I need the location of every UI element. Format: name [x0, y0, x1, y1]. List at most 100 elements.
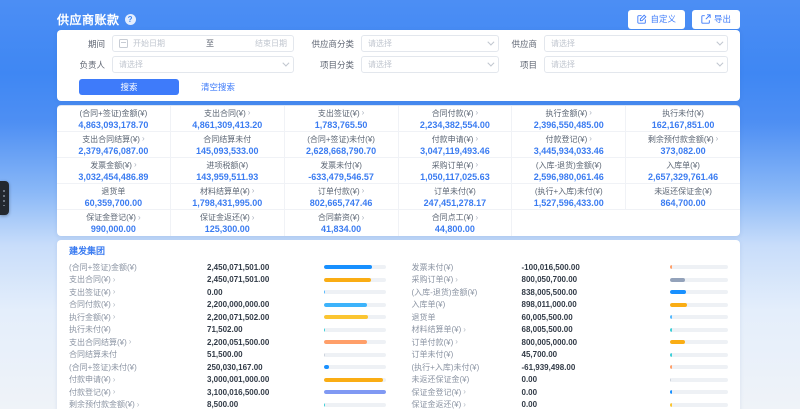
link-arrow-icon: › [475, 109, 478, 117]
stat-label: 发票金额(¥) [90, 160, 132, 171]
metric-value: 0.00 [522, 400, 671, 409]
stat-cell[interactable]: 执行金额(¥)›2,396,550,485.00 [512, 106, 626, 132]
stat-value[interactable]: 3,445,934,033.46 [534, 146, 604, 156]
stat-cell[interactable]: 保证金登记(¥)›990,000.00 [57, 210, 171, 236]
metric-bar-fill [324, 303, 367, 307]
metric-label[interactable]: 保证金登记(¥)› [412, 387, 522, 398]
link-arrow-icon: › [475, 214, 478, 222]
stat-cell[interactable]: 剩余预付款金额(¥)›373,082.00 [626, 132, 740, 158]
stat-label: 支出合同结算(¥) [82, 134, 140, 145]
project-category-select[interactable]: 请选择 [361, 56, 499, 73]
stat-label: 保证金登记(¥) [86, 212, 136, 223]
metric-bar-fill [670, 390, 672, 394]
page-header: 供应商账款 ? 自定义 导出 [57, 0, 740, 30]
stat-cell[interactable]: 支出合同结算(¥)›2,379,476,087.00 [57, 132, 171, 158]
stat-label: 采购订单(¥) [432, 160, 474, 171]
stat-cell[interactable]: 付款申请(¥)›3,047,119,493.46 [399, 132, 513, 158]
supplier-select[interactable]: 请选择 [544, 35, 728, 52]
customize-button[interactable]: 自定义 [628, 10, 685, 29]
link-arrow-icon: › [138, 214, 141, 222]
start-date-placeholder: 开始日期 [133, 38, 200, 49]
group-name-link[interactable]: 建发集团 [69, 246, 728, 257]
stat-value: 864,700.00 [661, 198, 706, 208]
stat-cell[interactable]: 合同薪资(¥)›41,834.00 [285, 210, 399, 236]
stat-value[interactable]: 3,032,454,486.89 [78, 172, 148, 182]
owner-select[interactable]: 请选择 [112, 56, 294, 73]
stat-label: (入库-退货)金额(¥) [536, 160, 602, 171]
stat-value[interactable]: 2,234,382,554.00 [420, 120, 490, 130]
metric-bar-fill [324, 390, 386, 394]
stat-cell[interactable]: 发票金额(¥)›3,032,454,486.89 [57, 158, 171, 184]
metric-label[interactable]: 支出合同(¥)› [69, 274, 207, 285]
stat-value[interactable]: 373,082.00 [661, 146, 706, 156]
supplier-category-select[interactable]: 请选择 [361, 35, 499, 52]
stat-cell: 执行未付(¥)162,167,851.00 [626, 106, 740, 132]
link-arrow-icon: › [455, 276, 458, 284]
stat-label: 材料结算单(¥) [200, 186, 250, 197]
metric-label[interactable]: 支出合同结算(¥)› [69, 337, 207, 348]
stat-value[interactable]: 1,783,765.50 [315, 120, 368, 130]
stat-value[interactable]: 1,050,117,025.63 [420, 172, 490, 182]
stat-value[interactable]: 41,834.00 [321, 224, 361, 234]
stat-label: 订单付款(¥) [318, 186, 360, 197]
export-button[interactable]: 导出 [692, 10, 740, 29]
stat-value[interactable]: 4,861,309,413.20 [192, 120, 262, 130]
stat-value[interactable]: 2,396,550,485.00 [534, 120, 604, 130]
link-arrow-icon: › [463, 326, 466, 334]
stat-value[interactable]: 44,800.00 [435, 224, 475, 234]
metric-label[interactable]: 付款登记(¥)› [69, 387, 207, 398]
metric-bar-fill [324, 278, 372, 282]
stat-cell[interactable]: 付款登记(¥)›3,445,934,033.46 [512, 132, 626, 158]
project-select[interactable]: 请选择 [544, 56, 728, 73]
supplier-accounts-page: 供应商账款 ? 自定义 导出 期间 开始日期 [0, 0, 800, 409]
chevron-down-icon [716, 60, 723, 67]
stat-cell[interactable]: 支出合同(¥)›4,861,309,413.20 [171, 106, 285, 132]
metric-label[interactable]: 剩余预付款金额(¥)› [69, 399, 207, 409]
stat-value[interactable]: 990,000.00 [91, 224, 136, 234]
stat-cell[interactable]: 合同点工(¥)›44,800.00 [399, 210, 513, 236]
stat-cell: 发票未付(¥)-633,479,546.57 [285, 158, 399, 184]
stat-cell[interactable]: 保证金返还(¥)›125,300.00 [171, 210, 285, 236]
metric-label: 订单未付(¥) [412, 349, 522, 360]
metric-label[interactable]: 采购订单(¥)› [412, 274, 522, 285]
metric-label: 入库单(¥) [412, 299, 522, 310]
stat-value[interactable]: 125,300.00 [205, 224, 250, 234]
stat-value[interactable]: 802,665,747.46 [310, 198, 373, 208]
metric-row: 执行未付(¥)71,502.00 [69, 324, 386, 337]
stat-value: 143,959,511.93 [196, 172, 258, 182]
stat-cell: (执行+入库)未付(¥)1,527,596,433.00 [512, 184, 626, 210]
search-button[interactable]: 搜索 [79, 79, 179, 95]
stat-value[interactable]: 3,047,119,493.46 [420, 146, 490, 156]
link-arrow-icon: › [716, 135, 719, 143]
stat-label: 发票未付(¥) [320, 160, 362, 171]
metric-label[interactable]: 保证金返还(¥)› [412, 399, 522, 409]
metric-label[interactable]: 材料结算单(¥)› [412, 324, 522, 335]
metric-value: 8,500.00 [207, 400, 324, 409]
stat-cell[interactable]: 合同付款(¥)›2,234,382,554.00 [399, 106, 513, 132]
owner-label: 负责人 [69, 59, 105, 71]
metric-label[interactable]: 执行金额(¥)› [69, 312, 207, 323]
stat-cell[interactable]: 采购订单(¥)›1,050,117,025.63 [399, 158, 513, 184]
help-icon[interactable]: ? [125, 14, 136, 25]
stat-cell[interactable]: 支出签证(¥)›1,783,765.50 [285, 106, 399, 132]
stat-cell[interactable]: 订单付款(¥)›802,665,747.46 [285, 184, 399, 210]
metric-row: 合同付款(¥)›2,200,000,000.00 [69, 299, 386, 312]
metric-row: 支出签证(¥)›0.00 [69, 286, 386, 299]
metric-label[interactable]: 合同付款(¥)› [69, 299, 207, 310]
stat-value[interactable]: 2,379,476,087.00 [78, 146, 148, 156]
clear-search-link[interactable]: 清空搜索 [201, 81, 235, 93]
stat-label: 付款登记(¥) [546, 134, 588, 145]
metric-label[interactable]: 支出签证(¥)› [69, 287, 207, 298]
metric-label[interactable]: 订单付款(¥)› [412, 337, 522, 348]
stat-label: (合同+签证)金额(¥) [80, 108, 148, 119]
metric-row: 付款登记(¥)›3,100,016,500.00 [69, 386, 386, 399]
metric-bar-fill [324, 403, 326, 407]
metric-bar-fill [324, 365, 330, 369]
metric-label[interactable]: 付款申请(¥)› [69, 374, 207, 385]
date-range-input[interactable]: 开始日期 至 结束日期 [112, 35, 294, 52]
sidebar-drawer-handle[interactable] [0, 181, 9, 215]
stat-cell[interactable]: 材料结算单(¥)›1,798,431,995.00 [171, 184, 285, 210]
stat-label: 执行未付(¥) [662, 108, 704, 119]
metric-row: 支出合同(¥)›2,450,071,501.00 [69, 274, 386, 287]
stat-value[interactable]: 1,798,431,995.00 [192, 198, 262, 208]
